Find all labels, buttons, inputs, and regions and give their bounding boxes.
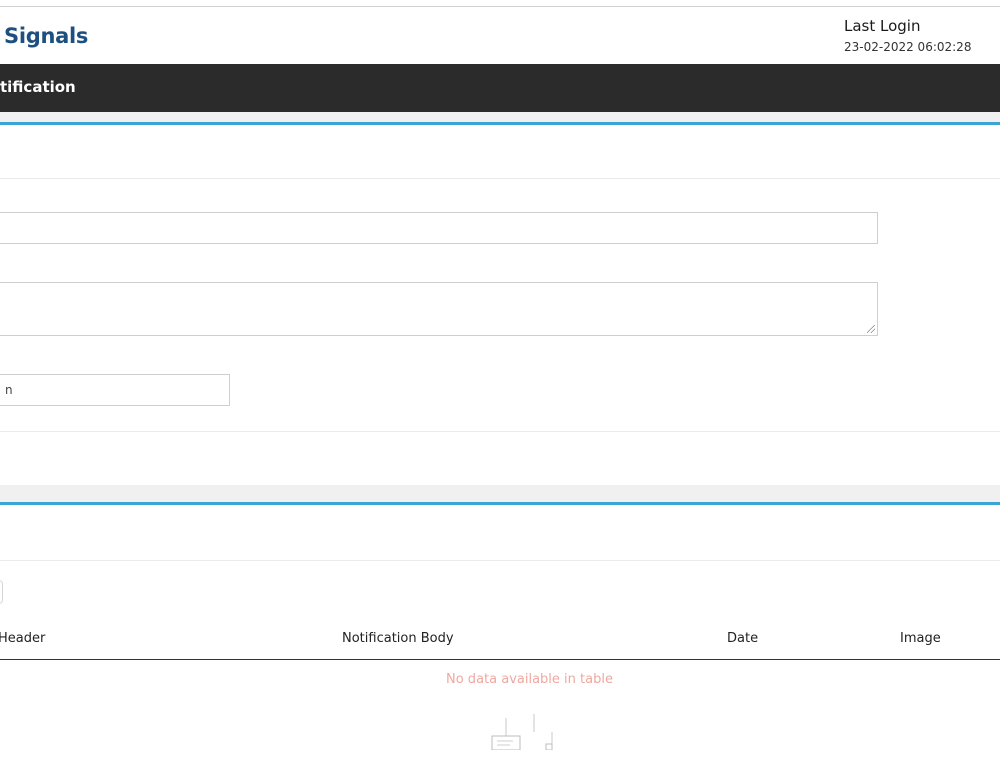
top-border	[0, 6, 1000, 7]
column-notification-body[interactable]: Notification Body	[342, 631, 454, 646]
panel-header-divider	[0, 178, 1000, 179]
notification-body-textarea[interactable]	[0, 282, 878, 336]
table-search-input[interactable]	[0, 580, 3, 604]
nav-page-title[interactable]: tification	[0, 78, 76, 96]
panel-header-divider	[0, 560, 1000, 561]
empty-documents-icon	[491, 714, 553, 750]
last-login-timestamp: 23-02-2022 06:02:28	[844, 40, 972, 54]
last-login-label: Last Login	[844, 17, 921, 35]
panel-footer-divider	[0, 431, 1000, 432]
textarea-resize-handle[interactable]	[867, 325, 875, 333]
notification-image-input[interactable]: n	[0, 374, 230, 406]
notification-header-input[interactable]	[0, 212, 878, 244]
table-empty-message: No data available in table	[446, 672, 613, 687]
column-header[interactable]: Header	[0, 631, 45, 646]
section-gap	[0, 112, 1000, 122]
image-input-value: n	[5, 383, 13, 397]
page-navbar: tification	[0, 64, 1000, 112]
table-header-rule	[0, 659, 1000, 660]
section-gap	[0, 485, 1000, 502]
column-date[interactable]: Date	[727, 631, 758, 646]
brand-logo-text[interactable]: Signals	[4, 24, 88, 48]
column-image[interactable]: Image	[900, 631, 941, 646]
